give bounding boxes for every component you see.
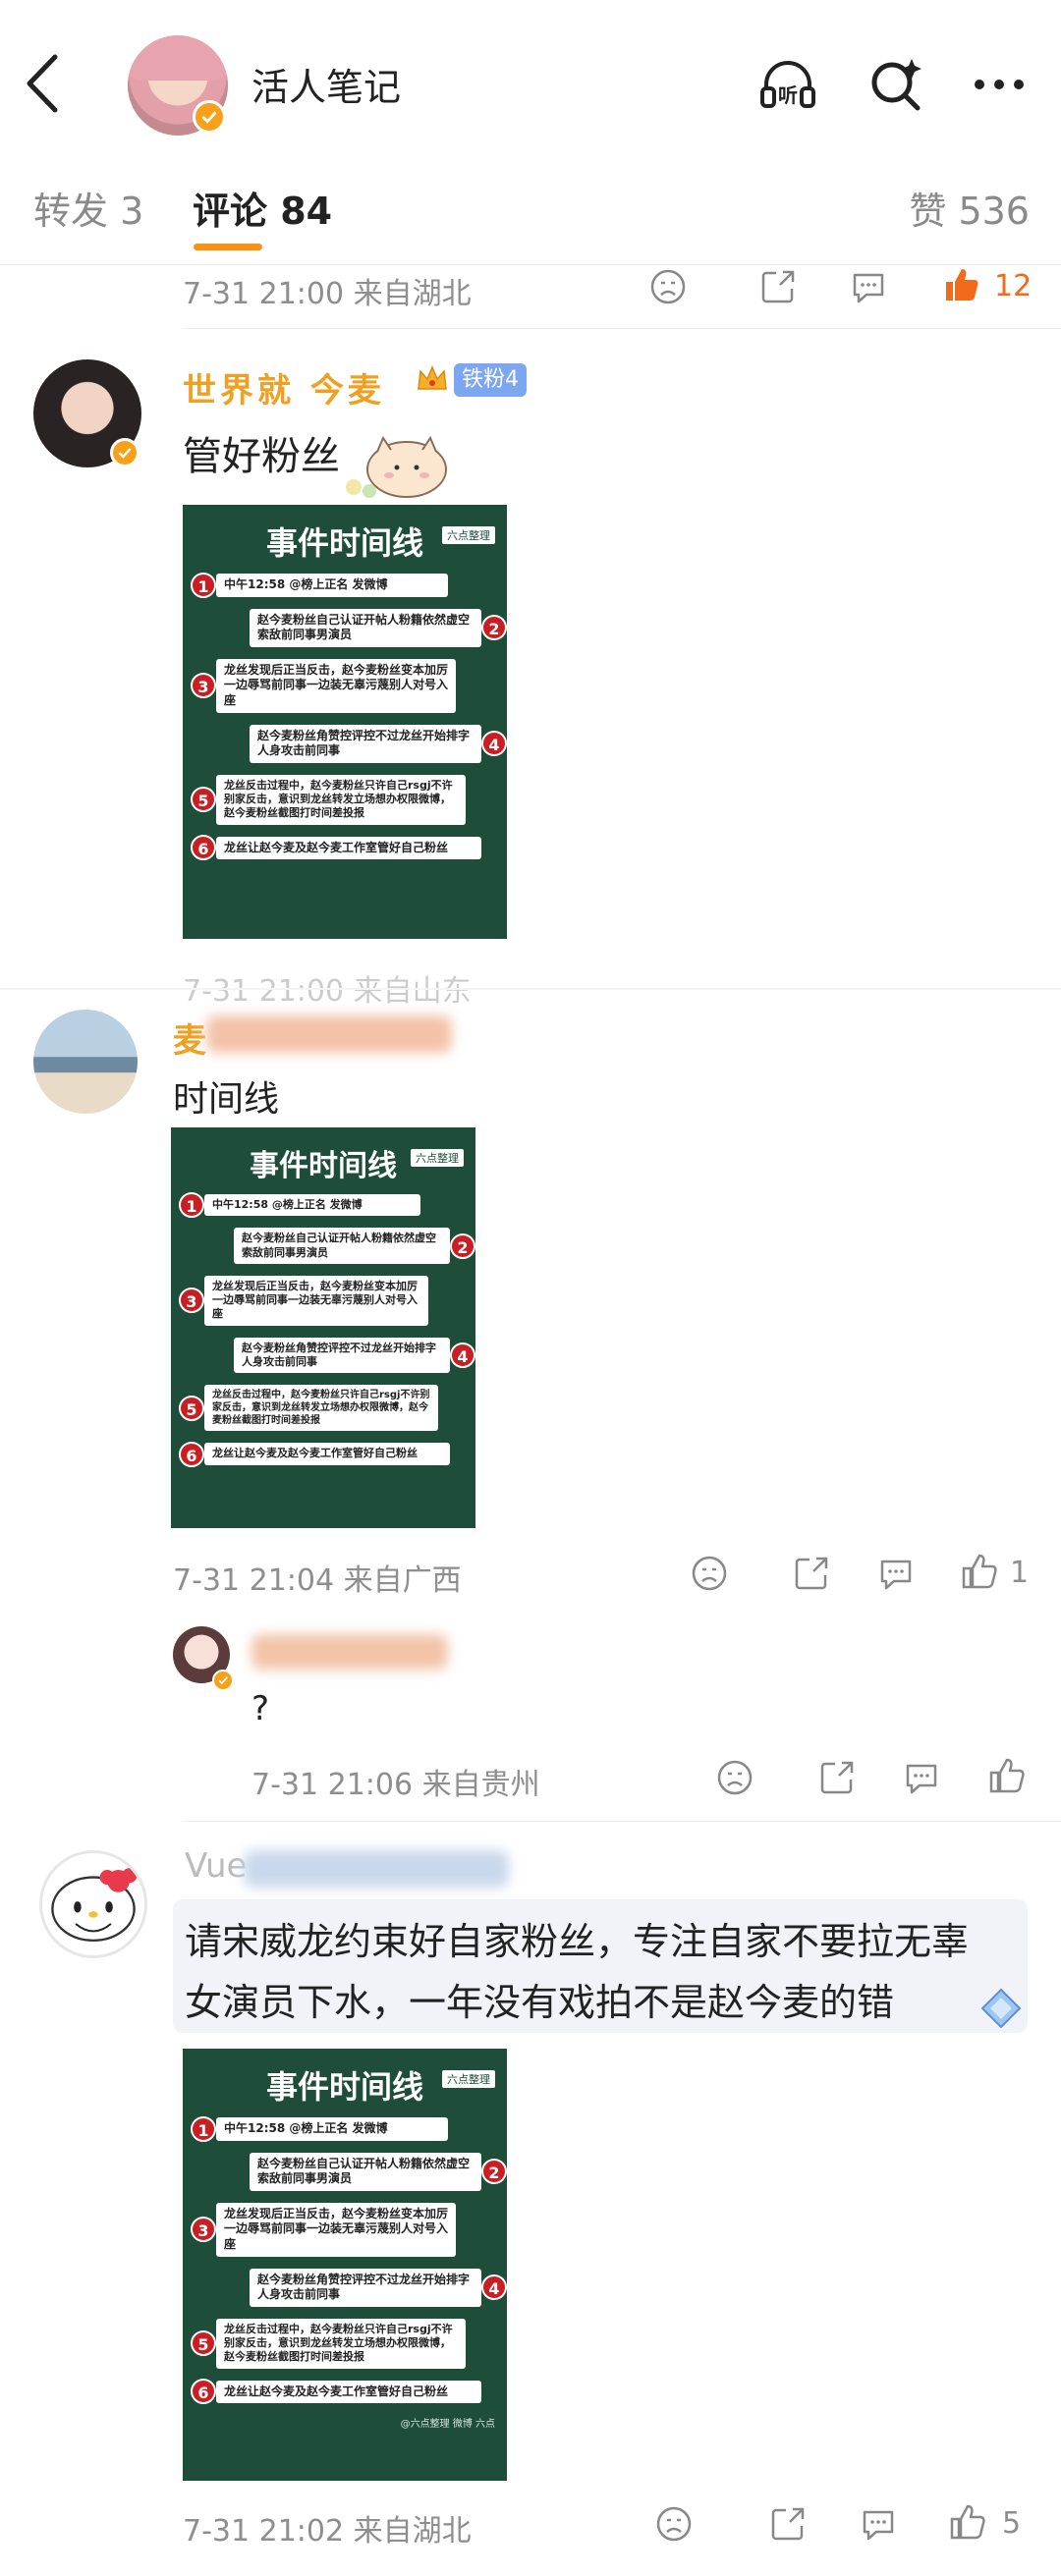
user-avatar[interactable] xyxy=(39,1850,147,1958)
timeline-item: 5 龙丝反击过程中，赵今麦粉丝只许自己rsgj不许别家反击，意识到龙丝转发立场想办… xyxy=(179,1385,438,1432)
timeline-credit: @六点整理 微博 六点 xyxy=(400,2419,495,2431)
divider xyxy=(183,1821,1061,1822)
comment-username[interactable]: 麦 xyxy=(173,1014,206,1062)
top-nav-bar: 活人笔记 听 xyxy=(0,0,1061,137)
comment-text-line2: 女演员下水，一年没有戏拍不是赵今麦的错 xyxy=(185,1981,895,2024)
diamond-badge-icon xyxy=(978,1986,1024,2031)
dislike-icon[interactable] xyxy=(654,2504,694,2544)
like-count: 1 xyxy=(1010,1556,1030,1590)
divider xyxy=(0,988,1061,990)
timeline-image[interactable]: 事件时间线 六点整理 1 中午12:58 @榜上正名 发微博 2 赵今麦粉丝自己认证… xyxy=(183,505,507,939)
share-icon[interactable] xyxy=(768,2504,808,2544)
reply-icon[interactable] xyxy=(876,1554,916,1593)
timeline-item: 1 中午12:58 @榜上正名 发微博 xyxy=(191,2115,448,2142)
timeline-item: 4 赵今麦粉丝角赞控评控不过龙丝开始排字人身攻击前同事 xyxy=(250,724,507,763)
like-icon-active[interactable] xyxy=(941,265,980,304)
timeline-item: 1 中午12:58 @榜上正名 发微博 xyxy=(191,572,448,598)
crown-icon xyxy=(415,361,450,397)
reply-icon[interactable] xyxy=(859,2504,898,2544)
like-icon[interactable] xyxy=(947,2502,986,2542)
timeline-item: 6 龙丝让赵今麦及赵今麦工作室管好自己粉丝 xyxy=(179,1441,450,1467)
more-icon[interactable] xyxy=(968,53,1031,116)
like-count: 5 xyxy=(1002,2506,1022,2541)
reply-text: ? xyxy=(251,1689,270,1728)
cat-sticker-icon xyxy=(340,432,458,503)
listen-icon[interactable]: 听 xyxy=(756,53,819,116)
dislike-icon[interactable] xyxy=(715,1758,754,1797)
timeline-item: 2 赵今麦粉丝自己认证开帖人粉籍依然虚空索敌前同事男演员 xyxy=(250,608,507,647)
timeline-title: 事件时间线 xyxy=(265,524,423,562)
timeline-title: 事件时间线 xyxy=(265,2068,423,2106)
like-icon[interactable] xyxy=(959,1552,998,1591)
timeline-image[interactable]: 事件时间线 六点整理 1 中午12:58 @榜上正名 发微博 2 赵今麦粉丝自己认证… xyxy=(171,1127,475,1528)
verified-badge-icon xyxy=(110,438,140,467)
timeline-tag: 六点整理 xyxy=(442,526,495,544)
tab-bar: 转发 3 评论 84 赞 536 xyxy=(0,157,1061,265)
like-icon[interactable] xyxy=(986,1756,1026,1795)
comment-username[interactable]: Vue xyxy=(185,1846,247,1886)
reply-meta: 7-31 21:06 来自贵州 xyxy=(251,1768,540,1802)
tab-comments[interactable]: 评论 84 xyxy=(193,181,332,235)
timeline-item: 2 赵今麦粉丝自己认证开帖人粉籍依然虚空索敌前同事男演员 xyxy=(250,2152,507,2191)
timeline-tag: 六点整理 xyxy=(411,1149,464,1167)
blurred-username xyxy=(251,1634,448,1670)
search-icon[interactable] xyxy=(865,53,927,116)
tab-repost[interactable]: 转发 3 xyxy=(33,181,143,235)
like-count: 12 xyxy=(994,269,1033,303)
comment-meta: 7-31 21:04 来自广西 xyxy=(173,1563,462,1598)
comment-text-line1: 请宋威龙约束好自家粉丝，专注自家不要拉无辜 xyxy=(185,1920,970,1963)
reply-icon[interactable] xyxy=(902,1758,941,1797)
share-icon[interactable] xyxy=(792,1554,831,1593)
divider xyxy=(183,328,1061,329)
verified-badge-icon xyxy=(193,100,226,134)
timeline-item: 6 龙丝让赵今麦及赵今麦工作室管好自己粉丝 xyxy=(191,2379,481,2405)
dislike-icon[interactable] xyxy=(690,1554,729,1593)
verified-badge-icon xyxy=(212,1670,234,1691)
comment-text: 管好粉丝 xyxy=(183,434,340,479)
timeline-item: 6 龙丝让赵今麦及赵今麦工作室管好自己粉丝 xyxy=(191,835,481,861)
dislike-icon[interactable] xyxy=(648,267,688,306)
back-arrow-icon[interactable] xyxy=(18,49,67,118)
timeline-item: 4 赵今麦粉丝角赞控评控不过龙丝开始排字人身攻击前同事 xyxy=(234,1337,475,1374)
comment-text: 时间线 xyxy=(173,1079,280,1120)
timeline-title: 事件时间线 xyxy=(250,1149,397,1183)
timeline-item: 3 龙丝发现后正当反击，赵今麦粉丝变本加厉一边辱骂前同事一边装无辜污蔑别人对号入座 xyxy=(179,1275,428,1326)
comment-username[interactable]: 世界就 今麦 xyxy=(183,363,385,411)
timeline-item: 2 赵今麦粉丝自己认证开帖人粉籍依然虚空索敌前同事男演员 xyxy=(234,1228,475,1264)
timeline-item: 5 龙丝反击过程中，赵今麦粉丝只许自己rsgj不许别家反击，意识到龙丝转发立场想办… xyxy=(191,2318,466,2369)
timeline-item: 1 中午12:58 @榜上正名 发微博 xyxy=(179,1192,420,1219)
reply-icon[interactable] xyxy=(849,267,888,306)
blurred-username xyxy=(206,1015,452,1053)
share-icon[interactable] xyxy=(758,267,798,306)
active-tab-indicator xyxy=(194,244,262,250)
fan-level-badge: 铁粉4 xyxy=(454,363,527,397)
svg-text:听: 听 xyxy=(778,83,798,107)
comment-meta: 7-31 21:00 来自湖北 xyxy=(183,277,472,311)
timeline-image[interactable]: 事件时间线 六点整理 1 中午12:58 @榜上正名 发微博 2 赵今麦粉丝自己认证… xyxy=(183,2049,507,2481)
user-avatar[interactable] xyxy=(33,1010,138,1114)
timeline-item: 4 赵今麦粉丝角赞控评控不过龙丝开始排字人身攻击前同事 xyxy=(250,2268,507,2307)
timeline-item: 5 龙丝反击过程中，赵今麦粉丝只许自己rsgj不许别家反击，意识到龙丝转发立场想办… xyxy=(191,774,466,825)
tab-likes[interactable]: 赞 536 xyxy=(909,181,1030,235)
blurred-username xyxy=(244,1850,509,1888)
account-name[interactable]: 活人笔记 xyxy=(251,57,401,111)
share-icon[interactable] xyxy=(817,1758,857,1797)
timeline-item: 3 龙丝发现后正当反击，赵今麦粉丝变本加厉一边辱骂前同事一边装无辜污蔑别人对号入座 xyxy=(191,2202,456,2257)
comment-meta: 7-31 21:02 来自湖北 xyxy=(183,2514,472,2549)
timeline-tag: 六点整理 xyxy=(442,2070,495,2088)
timeline-item: 3 龙丝发现后正当反击，赵今麦粉丝变本加厉一边辱骂前同事一边装无辜污蔑别人对号入座 xyxy=(191,658,456,713)
